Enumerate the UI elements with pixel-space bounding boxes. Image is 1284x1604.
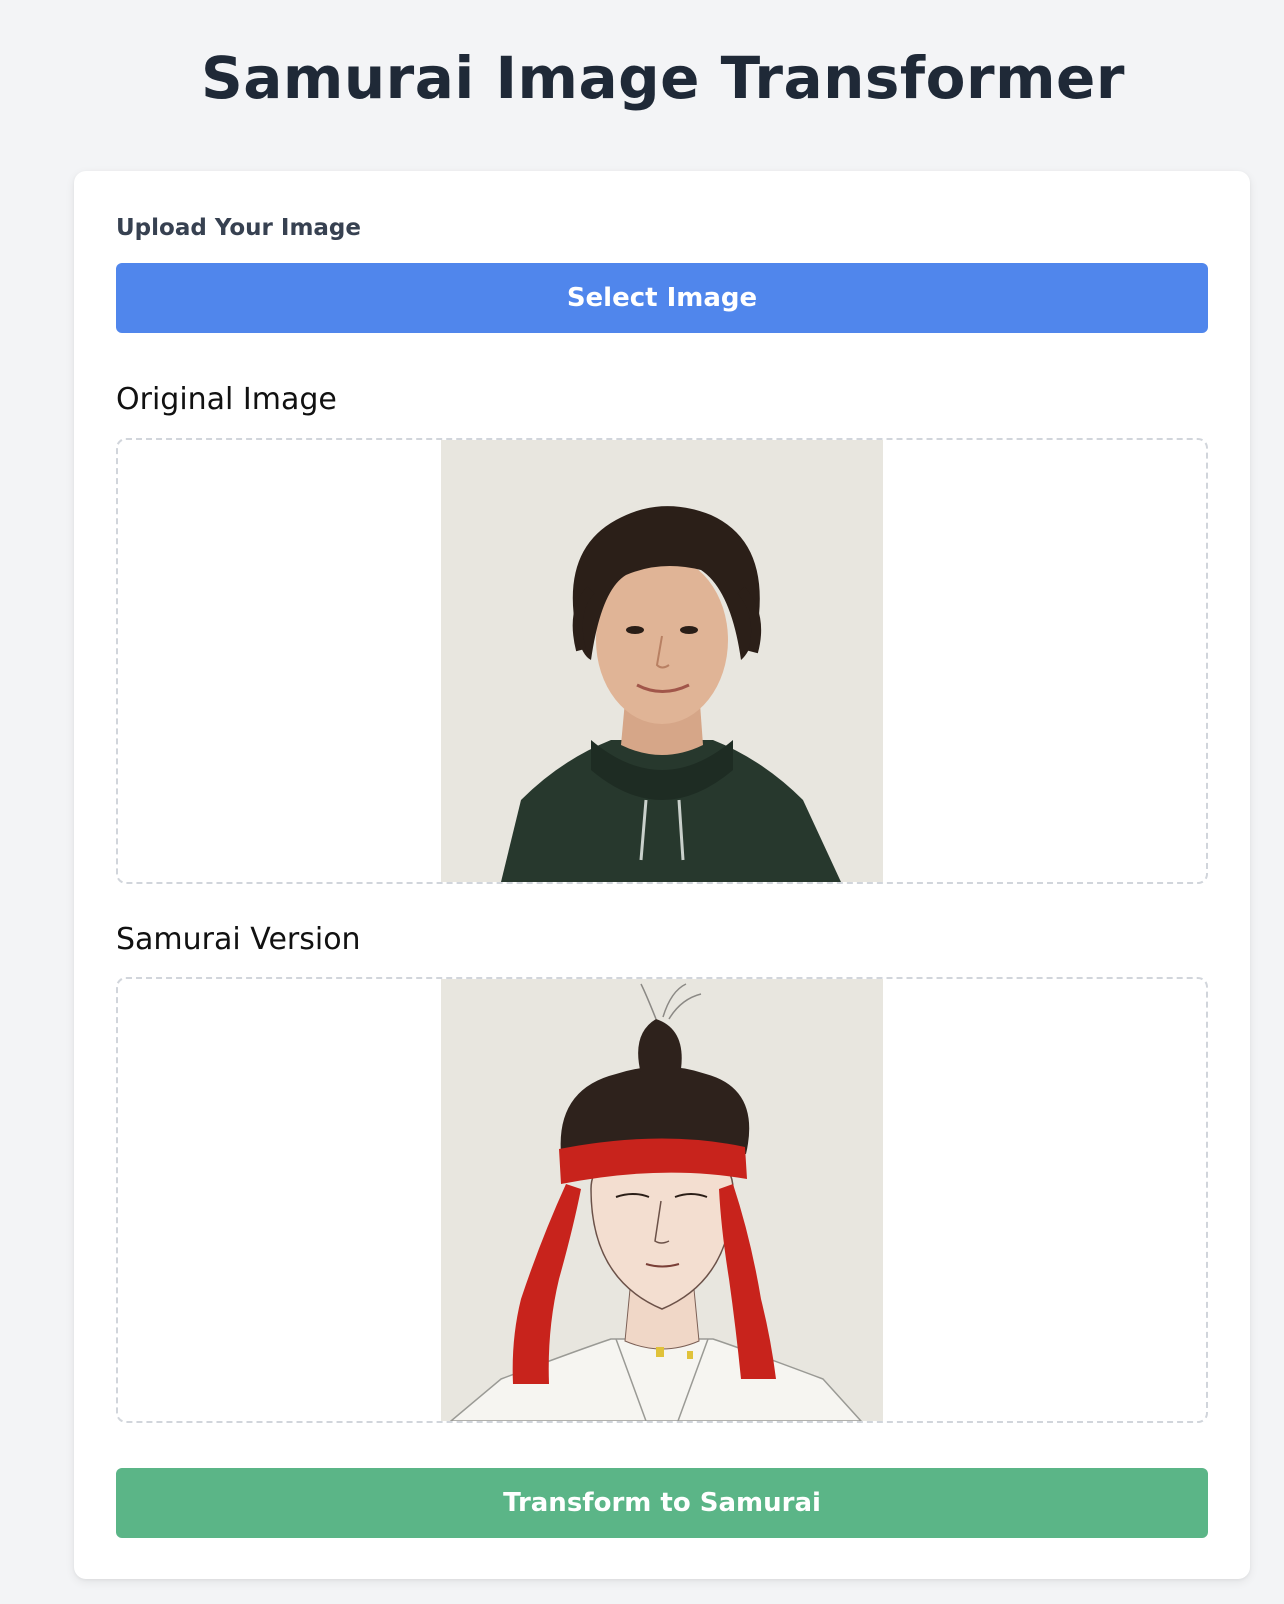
original-image-dropzone bbox=[116, 438, 1208, 884]
upload-label: Upload Your Image bbox=[116, 215, 361, 241]
original-image bbox=[441, 440, 883, 882]
original-image-heading: Original Image bbox=[116, 382, 337, 417]
samurai-image bbox=[441, 979, 883, 1421]
transform-to-samurai-button[interactable]: Transform to Samurai bbox=[116, 1468, 1208, 1538]
original-portrait-graphic bbox=[441, 440, 883, 882]
transformer-card: Upload Your Image Select Image Original … bbox=[74, 171, 1250, 1579]
samurai-image-dropzone bbox=[116, 977, 1208, 1423]
page: Samurai Image Transformer Upload Your Im… bbox=[0, 0, 1284, 1604]
samurai-illustration-graphic bbox=[441, 979, 883, 1421]
page-title: Samurai Image Transformer bbox=[201, 44, 1125, 112]
samurai-version-heading: Samurai Version bbox=[116, 922, 361, 957]
select-image-button[interactable]: Select Image bbox=[116, 263, 1208, 333]
